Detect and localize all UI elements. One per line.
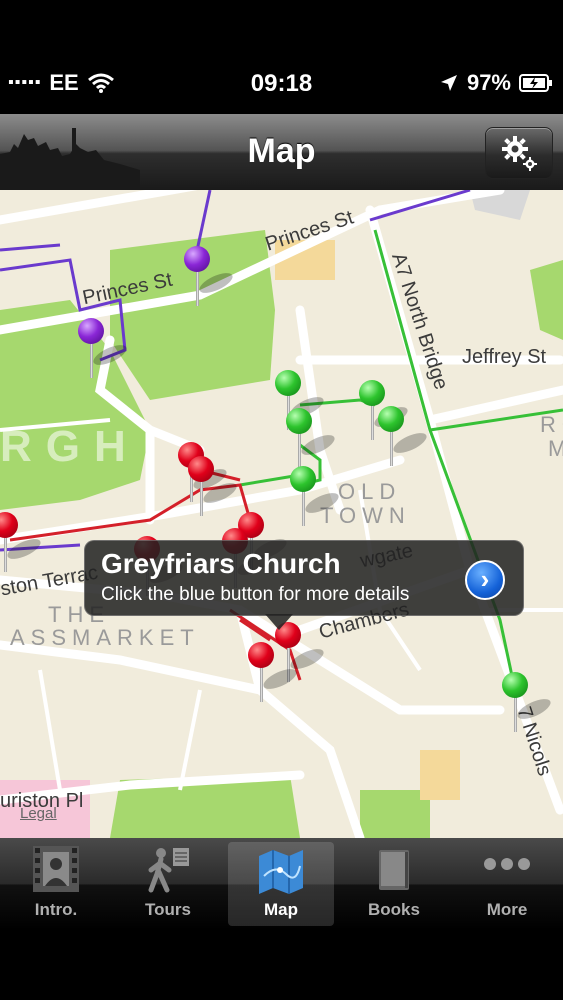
battery-icon [519, 74, 552, 92]
area-label: TOWN [320, 503, 411, 528]
battery-percent: 97% [466, 70, 511, 95]
area-label: M [548, 436, 563, 462]
tab-label: Intro. [34, 900, 78, 919]
tab-label: Books [368, 900, 420, 919]
top-black-bar [0, 0, 563, 58]
tab-map[interactable]: Map [228, 842, 334, 926]
tab-more[interactable]: More [451, 838, 563, 930]
walking-person-icon [148, 848, 189, 893]
gear-icon [502, 136, 537, 171]
status-right: 97% [439, 70, 553, 96]
location-arrow-icon [440, 75, 457, 91]
book-icon [379, 850, 409, 890]
area-label: RO [540, 412, 563, 437]
settings-button[interactable] [485, 127, 553, 179]
callout-subtitle: Click the blue button for more details [101, 584, 410, 605]
legal-link[interactable]: Legal [20, 805, 57, 822]
map-pin-red[interactable] [248, 642, 300, 704]
map-icon [259, 850, 303, 894]
area-label: OLD [338, 479, 402, 504]
callout-pointer [265, 614, 293, 630]
tab-tours[interactable]: Tours [112, 838, 224, 930]
map-pin-green[interactable] [286, 408, 338, 470]
map-pin-red[interactable] [188, 456, 240, 518]
film-strip-icon [33, 846, 79, 892]
tab-label: More [486, 900, 528, 919]
area-label: ASSMARKET [10, 625, 200, 650]
area-label: RGH [0, 422, 140, 471]
tab-label: Map [264, 900, 298, 919]
map-view[interactable]: Princes St Princes St Jeffrey St A7 Nort… [0, 190, 563, 838]
more-dots-icon [484, 858, 530, 870]
street-label: Jeffrey St [462, 346, 547, 368]
callout-detail-button[interactable]: › [465, 560, 505, 600]
callout-title: Greyfriars Church [101, 548, 341, 579]
chevron-right-icon: › [480, 564, 490, 594]
tab-bar: Intro. Tours Map Books More [0, 838, 563, 930]
tab-intro[interactable]: Intro. [0, 838, 112, 930]
status-bar: ▪▪▪▪▪ EE 09:18 97% [0, 58, 563, 114]
bottom-black-bar [0, 930, 563, 1000]
map-pin-green[interactable] [502, 672, 554, 734]
map-callout[interactable]: Greyfriars Church Click the blue button … [84, 540, 524, 630]
map-pin-purple[interactable] [184, 246, 236, 308]
map-pin-green[interactable] [378, 406, 430, 468]
page-title: Map [247, 132, 316, 170]
map-pin-purple[interactable] [78, 318, 130, 380]
navigation-bar: Map [0, 114, 563, 190]
tab-books[interactable]: Books [338, 838, 450, 930]
tab-label: Tours [145, 900, 191, 919]
map-pin-red[interactable] [0, 512, 44, 574]
map-pin-green[interactable] [290, 466, 342, 528]
